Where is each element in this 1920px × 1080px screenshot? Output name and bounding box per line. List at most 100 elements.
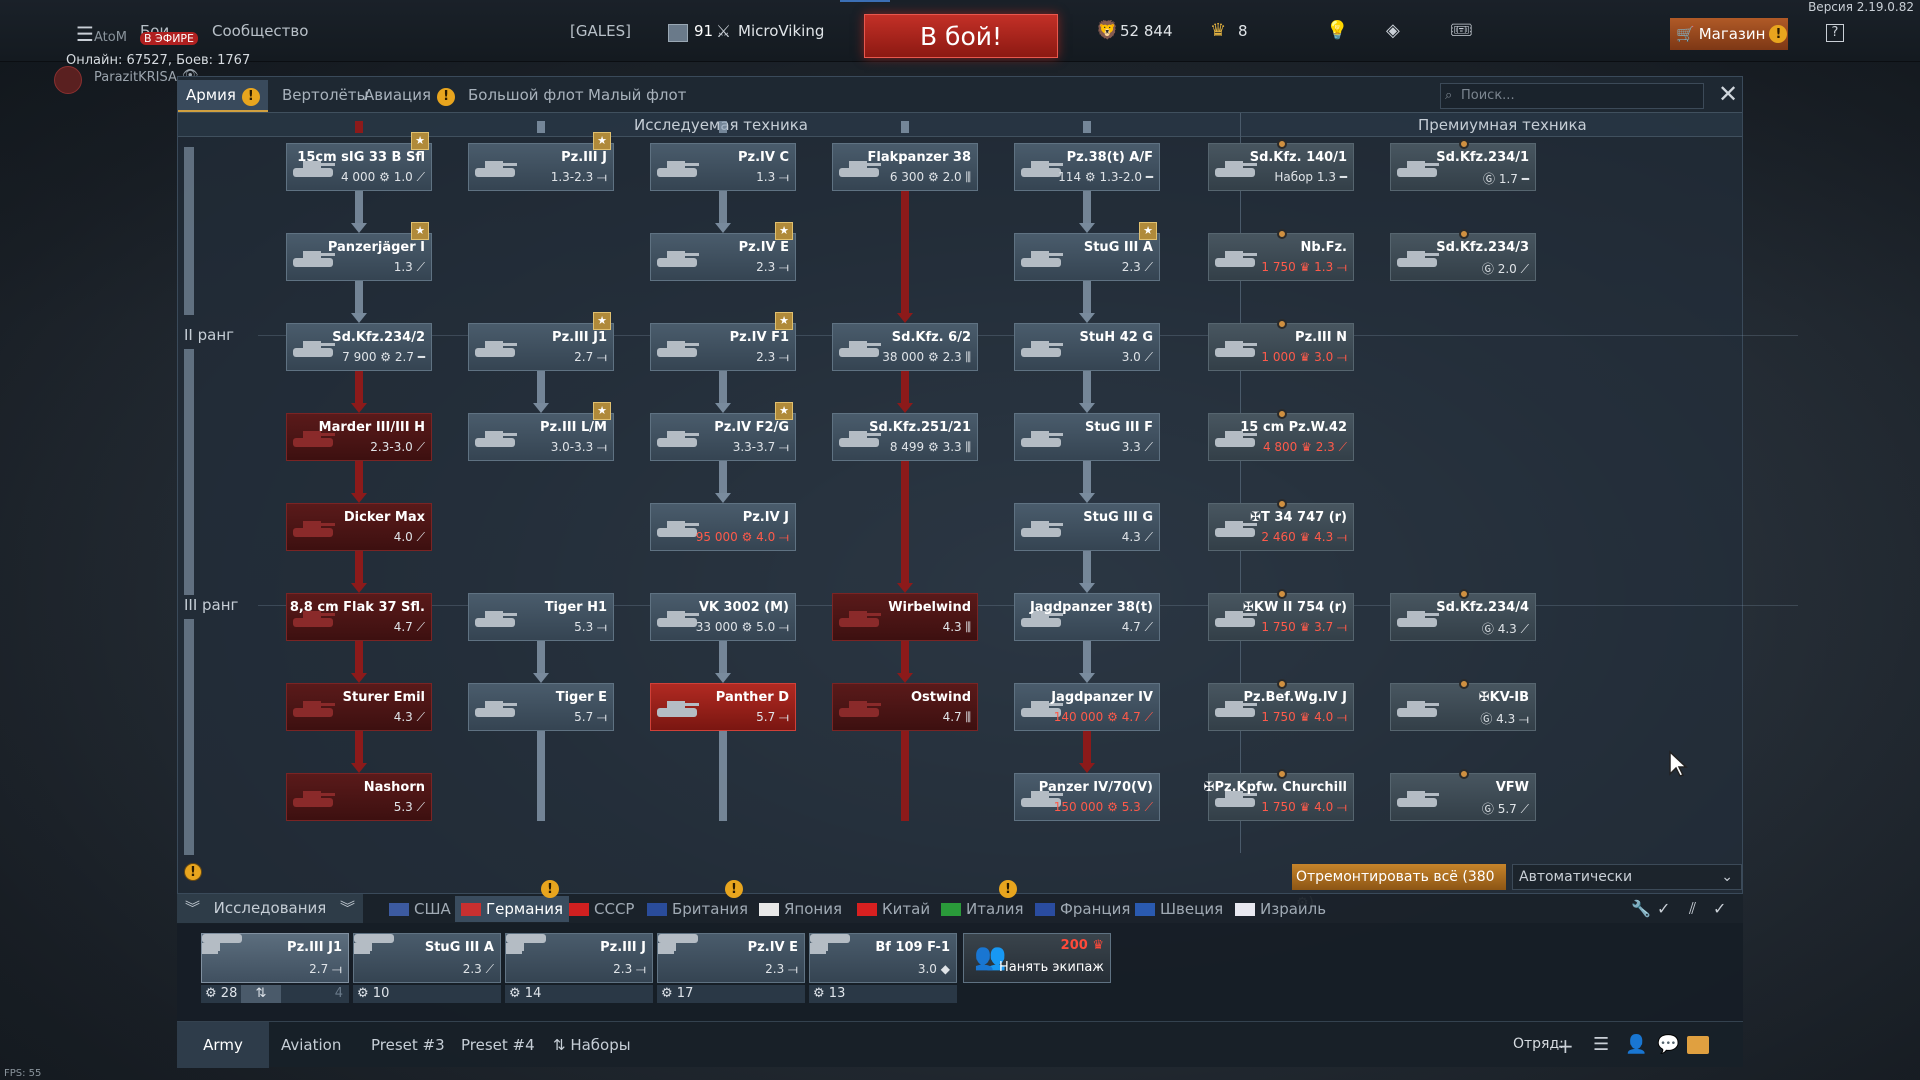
vehicle-card[interactable]: Pz.III L/M 3.0-3.3 ⟞ ★ [468,402,614,461]
crew-vehicle-card[interactable]: Pz.III J1 2.7 ⟞ [201,933,349,983]
crew-slot[interactable]: Pz.III J1 2.7 ⟞ ⚙ 28 ⇅ 4 [201,933,349,1005]
vehicle-card[interactable]: Pz.III J1 2.7 ⟞ ★ [468,312,614,371]
crew-vehicle-card[interactable]: Bf 109 F-1 3.0 ◆ [809,933,957,983]
nation-tab[interactable]: Германия [455,896,569,922]
vehicle-card[interactable]: Marder III/III H 2.3-3.0 ⟋ [286,413,432,461]
vehicle-card[interactable]: Sd.Kfz. 6/2 38 000 ⚙ 2.3 ⫼ [832,323,978,371]
vehicle-card[interactable]: 8,8 cm Flak 37 Sfl. 4.7 ⟋ [286,593,432,641]
crew-slot[interactable]: Pz.III J 2.3 ⟞ ⚙ 14 [505,933,653,1005]
list-icon[interactable]: ☰ [1593,1034,1609,1055]
vehicle-card[interactable]: Ostwind 4.7 ⫼ [832,683,978,731]
vehicle-card[interactable]: StuH 42 G 3.0 ⟋ [1014,323,1160,371]
crew-vehicle-card[interactable]: Pz.III J 2.3 ⟞ [505,933,653,983]
preset-tab[interactable]: Army [177,1022,269,1068]
vehicle-card[interactable]: Sd.Kfz. 140/1 Набор 1.3 ━ [1208,139,1354,191]
nation-tab[interactable]: Швеция [1135,900,1223,918]
repair-all-button[interactable]: Отремонтировать всё (380 ⚙) [1292,864,1506,911]
ticket-icon[interactable]: 🎟 [1450,20,1473,41]
nation-tab[interactable]: Израиль [1235,900,1326,918]
vehicle-card[interactable]: 15cm sIG 33 B Sfl 4 000 ⚙ 1.0 ⟋ ★ [286,132,432,191]
vehicle-card[interactable]: StuG III A 2.3 ⟋ ★ [1014,222,1160,281]
vehicle-card[interactable]: Nashorn 5.3 ⟋ [286,773,432,821]
gold-balance[interactable]: 8 [1238,22,1248,40]
vehicle-card[interactable]: Panzerjäger I 1.3 ⟋ ★ [286,222,432,281]
friend-name[interactable]: ParazitKRISA [94,70,177,85]
silver-balance[interactable]: 52 844 [1120,22,1173,40]
vehicle-card[interactable]: Panther D 5.7 ⟞ [650,683,796,731]
crew-slot[interactable]: Pz.IV E 2.3 ⟞ ⚙ 17 [657,933,805,1005]
preset-tab[interactable]: Aviation [269,1022,353,1068]
help-icon[interactable]: ? [1826,24,1844,42]
plus-icon[interactable]: + [1557,1034,1574,1058]
vehicle-card[interactable]: Pz.Bef.Wg.IV J 1 750 ♛ 4.0 ⟞ [1208,679,1354,731]
lightbulb-icon[interactable]: 💡 [1326,20,1348,41]
swap-icon[interactable]: ⇅ [241,985,281,1003]
vehicle-card[interactable]: Sd.Kfz.251/21 8 499 ⚙ 3.3 ⫼ [832,413,978,461]
hire-crew-slot[interactable]: 👥 200 ♛ Нанять экипаж [963,933,1111,1005]
vehicle-card[interactable]: Sd.Kfz.234/4 Ⓖ 4.3 ⟋ [1390,589,1536,641]
vehicle-card[interactable]: Pz.IV E 2.3 ⟞ ★ [650,222,796,281]
vehicle-card[interactable]: Pz.38(t) A/F 114 ⚙ 1.3-2.0 ━ [1014,143,1160,191]
avatar[interactable] [668,24,688,42]
research-toggle-button[interactable]: ︾ Исследования ︾ [177,894,363,924]
chat-icon[interactable]: 💬 [1657,1034,1679,1055]
search-input[interactable]: ⌕ Поиск... [1440,83,1704,109]
nation-tab[interactable]: Япония [759,900,842,918]
nation-tab[interactable]: Италия [941,900,1024,918]
crew-slot[interactable]: Bf 109 F-1 3.0 ◆ ⚙ 13 [809,933,957,1005]
diamond-icon[interactable]: ◈ [1386,20,1400,41]
category-tab[interactable]: Большой флот [468,86,584,104]
menu-community[interactable]: Сообщество [212,22,308,40]
vehicle-card[interactable]: Sd.Kfz.234/1 Ⓖ 1.7 ━ [1390,139,1536,191]
friend-avatar[interactable] [54,66,82,94]
player-name[interactable]: MicroViking [738,22,824,40]
crew-vehicle-card[interactable]: Pz.IV E 2.3 ⟞ [657,933,805,983]
close-icon[interactable]: ✕ [1718,82,1742,107]
vehicle-card[interactable]: Sturer Emil 4.3 ⟋ [286,683,432,731]
nation-tab[interactable]: Франция [1035,900,1130,918]
vehicle-card[interactable]: Tiger E 5.7 ⟞ [468,683,614,731]
warning-icon[interactable]: ! [184,863,202,881]
vehicle-card[interactable]: Pz.III J 1.3-2.3 ⟞ ★ [468,132,614,191]
crew-vehicle-card[interactable]: StuG III A 2.3 ⟋ [353,933,501,983]
vehicle-card[interactable]: ✠T 34 747 (r) 2 460 ♛ 4.3 ⟞ [1208,499,1354,551]
vehicle-card[interactable]: StuG III F 3.3 ⟋ [1014,413,1160,461]
vehicle-card[interactable]: Dicker Max 4.0 ⟋ [286,503,432,551]
vehicle-card[interactable]: Nb.Fz. 1 750 ♛ 1.3 ⟞ [1208,229,1354,281]
category-tab[interactable]: Малый флот [588,86,686,104]
vehicle-card[interactable]: Pz.IV J 95 000 ⚙ 4.0 ⟞ [650,503,796,551]
menu-icon[interactable]: ☰ [76,22,94,46]
preset-tab[interactable]: Preset #4 [449,1022,547,1068]
vehicle-card[interactable]: 15 cm Pz.W.42 4 800 ♛ 2.3 ⟋ [1208,409,1354,461]
hire-crew-card[interactable]: 👥 200 ♛ Нанять экипаж [963,933,1111,983]
category-tab[interactable]: Армия! [178,80,268,112]
contacts-icon[interactable]: 👤 [1625,1034,1647,1055]
nation-tab[interactable]: Британия [647,900,748,918]
vehicle-card[interactable]: Pz.IV C 1.3 ⟞ [650,143,796,191]
check-icon[interactable]: ✓ [1657,899,1670,918]
vehicle-card[interactable]: Jagdpanzer IV 140 000 ⚙ 4.7 ⟋ [1014,683,1160,731]
vehicle-card[interactable]: Sd.Kfz.234/2 7 900 ⚙ 2.7 ━ [286,323,432,371]
category-tab[interactable]: Авиация! [364,86,456,106]
mail-icon[interactable] [1687,1036,1709,1054]
vehicle-card[interactable]: StuG III G 4.3 ⟋ [1014,503,1160,551]
crew-slot[interactable]: StuG III A 2.3 ⟋ ⚙ 10 [353,933,501,1005]
vehicle-card[interactable]: Wirbelwind 4.3 ⫼ [832,593,978,641]
nation-tab[interactable]: США [389,900,451,918]
category-tab[interactable]: Вертолёты [282,86,368,104]
check-icon[interactable]: ✓ [1713,899,1726,918]
vehicle-card[interactable]: Pz.IV F2/G 3.3-3.7 ⟞ ★ [650,402,796,461]
vehicle-card[interactable]: Jagdpanzer 38(t) 4.7 ⟋ [1014,593,1160,641]
vehicle-card[interactable]: VFW Ⓖ 5.7 ⟋ [1390,769,1536,821]
preset-tab[interactable]: ⇅ Наборы [541,1022,643,1068]
vehicle-card[interactable]: Pz.III N 1 000 ♛ 3.0 ⟞ [1208,319,1354,371]
nation-tab[interactable]: СССР [569,900,634,918]
vehicle-card[interactable]: VK 3002 (M) 33 000 ⚙ 5.0 ⟞ [650,593,796,641]
vehicle-card[interactable]: Flakpanzer 38 6 300 ⚙ 2.0 ⫼ [832,143,978,191]
vehicle-card[interactable]: Sd.Kfz.234/3 Ⓖ 2.0 ⟋ [1390,229,1536,281]
battle-button[interactable]: В бой! [864,14,1058,58]
nation-tab[interactable]: Китай [857,900,930,918]
vehicle-card[interactable]: ✠KV-IB Ⓖ 4.3 ⟞ [1390,679,1536,731]
squadron-tag[interactable]: [GALES] [570,22,631,40]
wrench-icon[interactable]: 🔧 [1631,899,1651,918]
